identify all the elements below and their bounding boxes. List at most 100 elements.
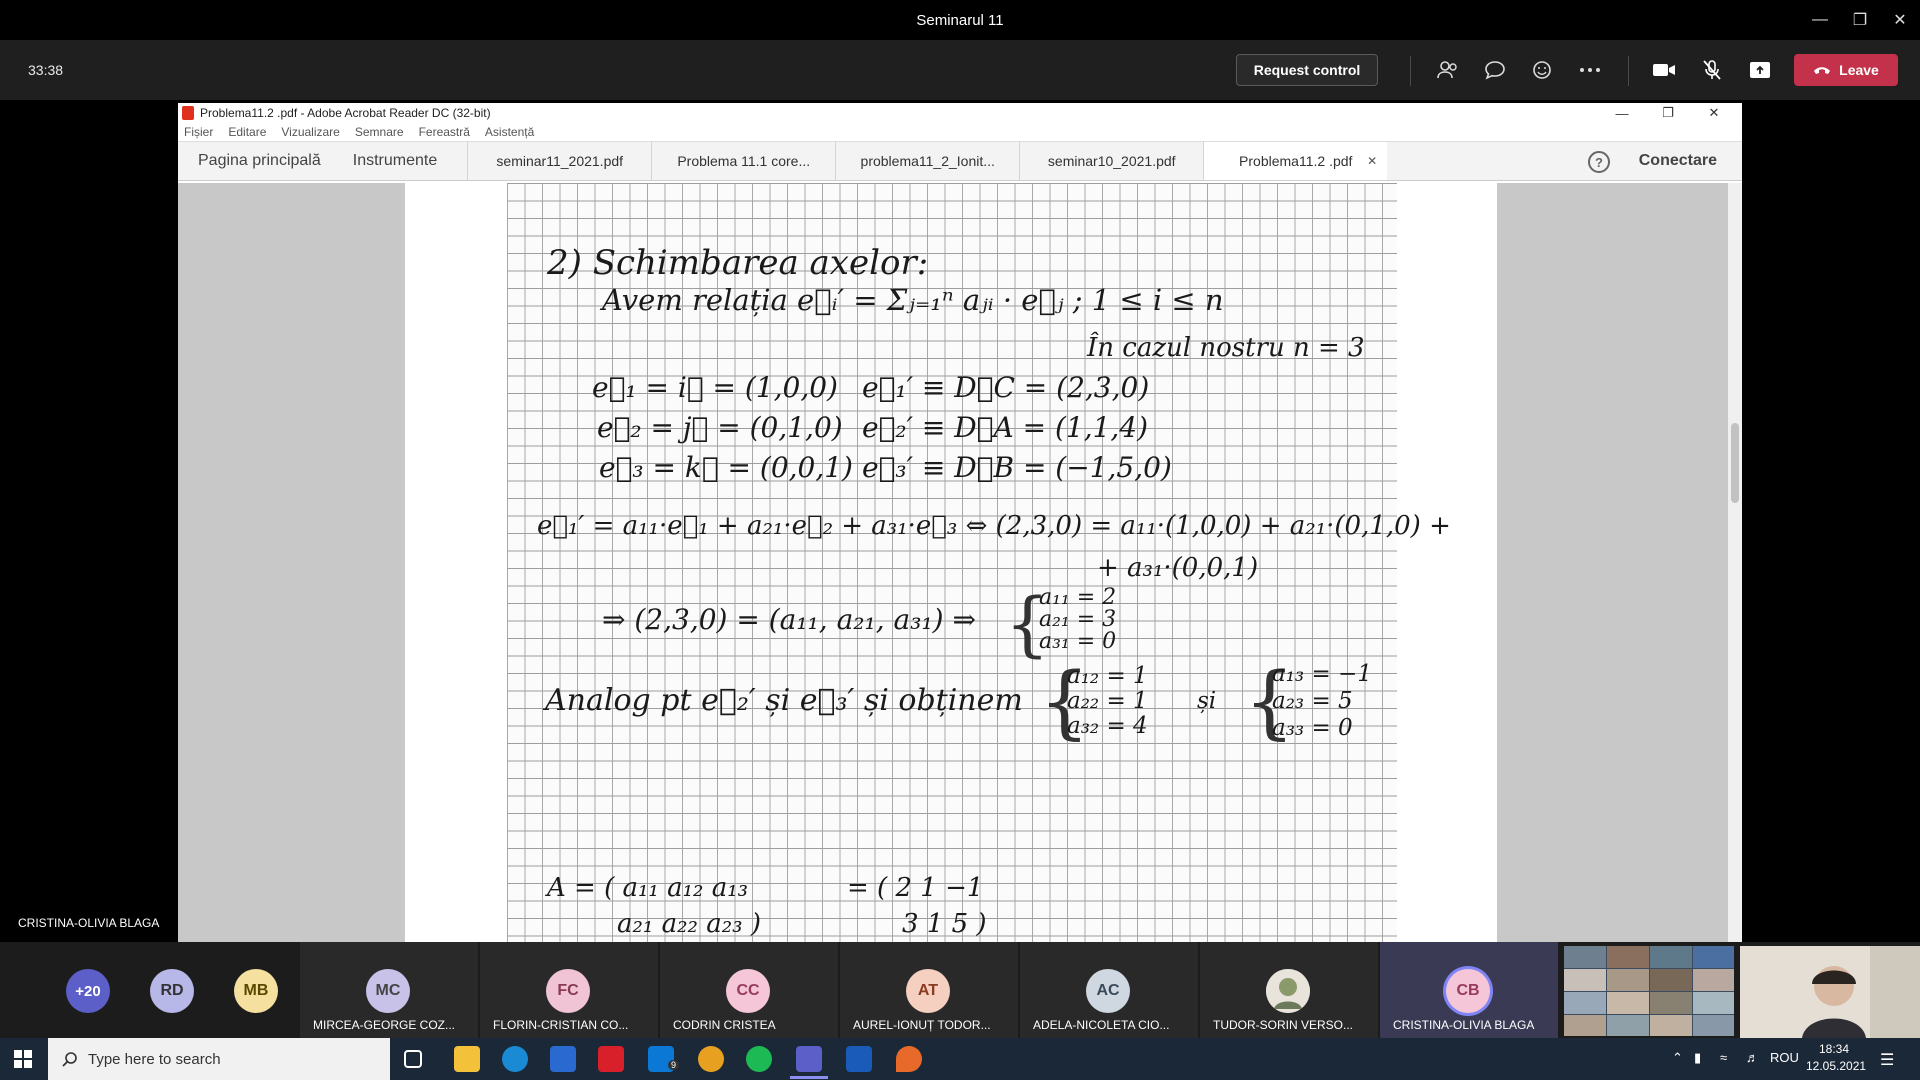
notes-line: ⇒ (2,3,0) = (a₁₁, a₂₁, a₃₁) ⇒ — [602, 603, 976, 636]
notes-line: a₃₁ = 0 — [1039, 629, 1117, 654]
tab-problema11-2[interactable]: Problema11.2 .pdf ✕ — [1203, 142, 1388, 180]
participant-name: MIRCEA-GEORGE COZ... — [313, 1018, 456, 1032]
restore-icon[interactable]: ❐ — [1840, 0, 1880, 40]
notes-line: 2) Schimbarea axelor: — [547, 243, 929, 283]
chat-icon[interactable] — [1477, 54, 1513, 86]
tab-seminar11[interactable]: seminar11_2021.pdf — [467, 142, 651, 180]
chrome-icon[interactable] — [698, 1046, 724, 1072]
more-options-icon[interactable] — [1572, 54, 1608, 86]
tab-problema11-2-ionit[interactable]: problema11_2_Ionit... — [835, 142, 1019, 180]
notes-line: e⃗₁′ ≡ D⃗C = (2,3,0) — [862, 371, 1150, 404]
notes-line: e⃗₁′ = a₁₁·e⃗₁ + a₂₁·e⃗₂ + a₃₁·e⃗₃ ⇔ (2,… — [537, 511, 1451, 541]
spotify-icon[interactable] — [746, 1046, 772, 1072]
self-video-thumbnail[interactable] — [1740, 946, 1920, 1038]
paint-icon[interactable] — [896, 1046, 922, 1072]
acrobat-icon[interactable] — [598, 1046, 624, 1072]
notes-line: a₂₁ a₂₂ a₂₃ ) — [617, 909, 761, 939]
store-icon[interactable] — [550, 1046, 576, 1072]
task-view-icon[interactable] — [404, 1050, 422, 1068]
camera-icon[interactable] — [1646, 54, 1682, 86]
handwritten-notes: 2) Schimbarea axelor: Avem relația e⃗ᵢ′ … — [507, 183, 1451, 943]
menu-file[interactable]: Fișier — [184, 125, 213, 139]
people-icon[interactable] — [1430, 54, 1466, 86]
notes-line: 3 1 5 ) — [902, 909, 987, 939]
more-participants-badge[interactable]: +20 — [66, 969, 110, 1013]
menu-view[interactable]: Vizualizare — [281, 125, 339, 139]
meeting-toolbar — [0, 40, 1920, 100]
mail-badge: 9 — [668, 1060, 680, 1070]
avatar[interactable]: MB — [234, 969, 278, 1013]
acrobat-close-icon[interactable]: ✕ — [1694, 103, 1734, 123]
close-icon[interactable]: ✕ — [1880, 0, 1920, 40]
tab-label: seminar10_2021.pdf — [1047, 153, 1176, 169]
tab-label: problema11_2_Ionit... — [860, 153, 995, 169]
scrollbar-thumb[interactable] — [1731, 423, 1739, 503]
vertical-scrollbar[interactable] — [1728, 183, 1742, 943]
active-app-indicator — [790, 1076, 828, 1079]
clock-date: 12.05.2021 — [1806, 1059, 1867, 1073]
notes-line: e⃗₂ = j⃗ = (0,1,0) — [597, 411, 843, 444]
participant-name: AUREL-IONUȚ TODOR... — [853, 1018, 991, 1032]
edge-icon[interactable] — [502, 1046, 528, 1072]
meeting-timer: 33:38 — [28, 62, 64, 78]
share-screen-icon[interactable] — [1742, 54, 1778, 86]
tray-chevron-icon[interactable]: ⌃ — [1672, 1050, 1683, 1066]
file-explorer-icon[interactable] — [454, 1046, 480, 1072]
reactions-icon[interactable] — [1524, 54, 1560, 86]
notes-line: Analog pt e⃗₂′ și e⃗₃′ și obținem — [545, 683, 1023, 718]
leave-button[interactable]: Leave — [1794, 54, 1898, 86]
participant-name: CODRIN CRISTEA — [673, 1018, 776, 1032]
tab-problema11-1[interactable]: Problema 11.1 core... — [651, 142, 835, 180]
notes-line: și — [1197, 688, 1217, 714]
language-indicator[interactable]: ROU — [1770, 1050, 1799, 1065]
notes-line: a₂₂ = 1 — [1067, 688, 1148, 714]
divider — [1628, 56, 1629, 86]
participant-name: CRISTINA-OLIVIA BLAGA — [1393, 1018, 1535, 1032]
leave-label: Leave — [1839, 62, 1879, 78]
taskbar-search-box[interactable]: Type here to search — [48, 1038, 390, 1080]
menu-window[interactable]: Fereastră — [419, 125, 470, 139]
nav-home[interactable]: Pagina principală — [178, 142, 337, 180]
notes-line: = ( 2 1 −1 — [847, 873, 984, 903]
whiteboard-icon[interactable] — [846, 1046, 872, 1072]
notifications-icon[interactable]: ☰ — [1880, 1050, 1894, 1070]
windows-start-icon[interactable] — [14, 1050, 32, 1073]
notes-line: e⃗₂′ ≡ D⃗A = (1,1,4) — [862, 411, 1149, 444]
minimize-icon[interactable]: — — [1800, 0, 1840, 40]
clock-time: 18:34 — [1818, 1042, 1850, 1056]
battery-icon[interactable]: ▮ — [1694, 1050, 1701, 1066]
notes-line: e⃗₃ = k⃗ = (0,0,1) — [599, 451, 853, 484]
volume-icon[interactable]: ♬ — [1746, 1050, 1759, 1065]
wifi-icon[interactable]: ≈ — [1720, 1050, 1727, 1065]
tab-label: Problema11.2 .pdf — [1239, 153, 1353, 169]
notes-line: + a₃₁·(0,0,1) — [1097, 553, 1259, 583]
acrobat-minimize-icon[interactable]: — — [1602, 103, 1642, 123]
acrobat-titlebar: Problema11.2 .pdf - Adobe Acrobat Reader… — [178, 103, 1742, 123]
avatar[interactable]: RD — [150, 969, 194, 1013]
connect-button[interactable]: Conectare — [1639, 152, 1717, 170]
gallery-video-thumbnail[interactable] — [1564, 946, 1734, 1036]
acrobat-menubar: Fișier Editare Vizualizare Semnare Ferea… — [178, 123, 1742, 141]
menu-sign[interactable]: Semnare — [355, 125, 404, 139]
document-viewport[interactable]: 2) Schimbarea axelor: Avem relația e⃗ᵢ′ … — [178, 183, 1728, 943]
request-control-button[interactable]: Request control — [1236, 54, 1378, 86]
help-icon[interactable]: ? — [1588, 151, 1610, 173]
tab-seminar10[interactable]: seminar10_2021.pdf — [1019, 142, 1203, 180]
menu-help[interactable]: Asistență — [485, 125, 534, 139]
notes-line: a₃₃ = 0 — [1272, 715, 1353, 741]
mic-muted-icon[interactable] — [1694, 54, 1730, 86]
notes-line: a₂₃ = 5 — [1272, 688, 1353, 714]
notes-line: a₁₂ = 1 — [1067, 663, 1148, 689]
avatar: FC — [546, 969, 590, 1013]
window-title: Seminarul 11 — [916, 11, 1004, 29]
nav-tools[interactable]: Instrumente — [337, 142, 467, 180]
menu-edit[interactable]: Editare — [228, 125, 266, 139]
avatar: AT — [906, 969, 950, 1013]
teams-icon[interactable] — [796, 1046, 822, 1072]
taskbar-clock[interactable]: 18:34 12.05.2021 — [1806, 1041, 1867, 1075]
phone-hangup-icon — [1814, 67, 1831, 74]
tab-close-icon[interactable]: ✕ — [1367, 154, 1377, 168]
avatar: CB — [1446, 969, 1490, 1013]
window-titlebar: Seminarul 11 — [0, 0, 1920, 40]
acrobat-restore-icon[interactable]: ❐ — [1648, 103, 1688, 123]
